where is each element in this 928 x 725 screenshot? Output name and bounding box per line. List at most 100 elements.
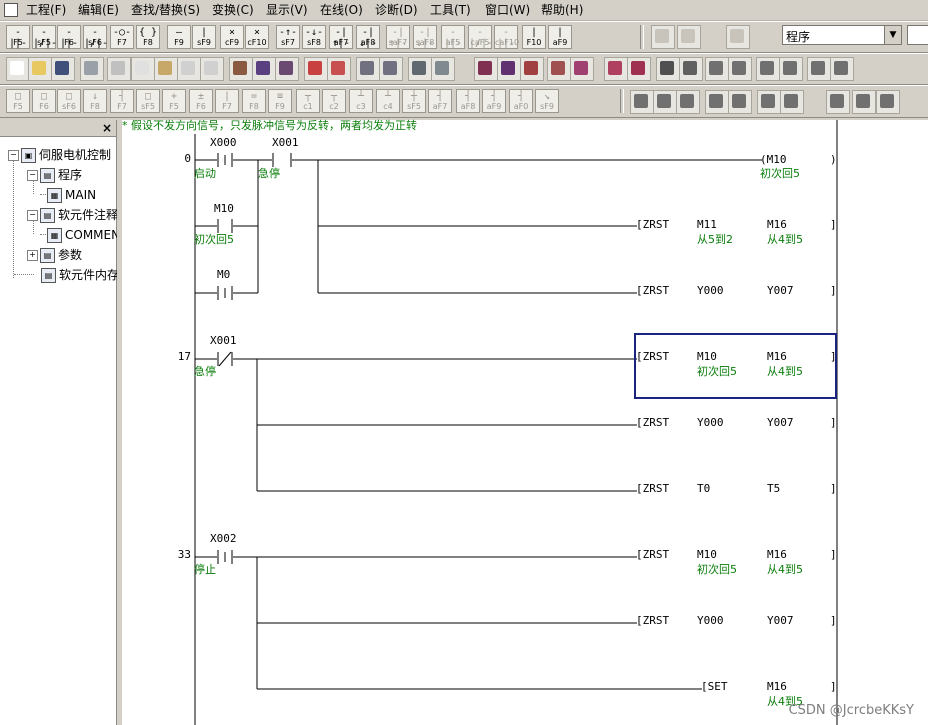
toolbar-button-f9[interactable]: — F9 — [167, 25, 191, 49]
write-button[interactable] — [728, 57, 752, 81]
toolbar-button-saf8[interactable]: -|↓|- saF8 — [413, 25, 437, 49]
toolbar-button-sf6[interactable]: -|/|- sF6 — [83, 25, 108, 49]
collapse-icon[interactable]: − — [27, 210, 38, 221]
contact-device[interactable]: M10 — [214, 203, 234, 215]
toolbar-button-f5-0[interactable]: □ F5 — [6, 89, 30, 113]
toolbar-button-sf5-15[interactable]: ┼ sF5 — [402, 89, 426, 113]
contact-device[interactable]: X001 — [210, 335, 237, 347]
tool-c-button[interactable] — [705, 90, 729, 114]
find-step-button[interactable] — [275, 57, 299, 81]
monitor-stop-button[interactable] — [830, 57, 854, 81]
contact-device[interactable]: X000 — [210, 137, 237, 149]
tool-a-button[interactable] — [653, 90, 677, 114]
menu-window[interactable]: 窗口(W) — [485, 3, 530, 17]
diagnose-button[interactable] — [679, 57, 703, 81]
toolbar-button-caf10[interactable]: -||- caF10 — [494, 25, 519, 49]
zoom-button[interactable] — [630, 90, 654, 114]
menu-help[interactable]: 帮助(H) — [541, 3, 583, 17]
comment-button[interactable] — [570, 57, 594, 81]
toolbar-button-f9-10[interactable]: ≡ F9 — [268, 89, 292, 113]
expand-icon[interactable]: + — [27, 250, 38, 261]
tree-item-device-memory[interactable]: ▤ 软元件内存 — [41, 268, 119, 283]
toolbar-button-c4-14[interactable]: ┴ c4 — [376, 89, 400, 113]
tree-item-program[interactable]: − ▤ 程序 — [27, 168, 82, 183]
save-button[interactable] — [51, 57, 75, 81]
read-plc-button[interactable] — [756, 57, 780, 81]
menu-find-replace[interactable]: 查找/替换(S) — [131, 3, 200, 17]
contact-device[interactable]: M0 — [217, 269, 230, 281]
toolbar-button-af5[interactable]: -||- aF5 — [441, 25, 465, 49]
list-button[interactable] — [677, 25, 701, 49]
toolbar-button-sf9[interactable]: | sF9 — [192, 25, 216, 49]
toolbar-button-cf9[interactable]: × cF9 — [220, 25, 244, 49]
filter-button[interactable] — [651, 25, 675, 49]
toolbar-button-af9-18[interactable]: ┤ aF9 — [482, 89, 506, 113]
monitor-button[interactable] — [408, 57, 432, 81]
toolbar-button-c3-13[interactable]: ┴ c3 — [349, 89, 373, 113]
verify-button[interactable] — [779, 57, 803, 81]
replace-button[interactable] — [304, 57, 328, 81]
find-device-button[interactable] — [229, 57, 253, 81]
zoom-in-button[interactable] — [356, 57, 380, 81]
online-button[interactable] — [705, 57, 729, 81]
menu-project[interactable]: 工程(F) — [26, 3, 66, 17]
tree-item-comment[interactable]: ▦ COMMENT — [47, 228, 127, 243]
toolbar-button-f7-4[interactable]: ┤ F7 — [110, 89, 134, 113]
coil-device[interactable]: (M10 — [760, 154, 787, 166]
toolbar-button-sf8[interactable]: -↓- sF8 — [302, 25, 326, 49]
toolbar-button-saf7[interactable]: -|↑|- saF7 — [386, 25, 410, 49]
cut-button[interactable] — [107, 57, 131, 81]
read-button[interactable] — [431, 57, 455, 81]
tree-item-main[interactable]: ▦ MAIN — [47, 188, 96, 203]
tool-f-button[interactable] — [780, 90, 804, 114]
print-button[interactable] — [80, 57, 104, 81]
toolbar-button-cf10[interactable]: × cF10 — [245, 25, 269, 49]
copy-button[interactable] — [131, 57, 155, 81]
toolbar-button-f5[interactable]: -||- F5 — [6, 25, 30, 49]
toolbar-button-c1-11[interactable]: ┬ c1 — [296, 89, 320, 113]
tree-item-device-comment[interactable]: − ▤ 软元件注释 — [27, 208, 118, 223]
list-view-button[interactable] — [497, 57, 521, 81]
toolbar-button-af8[interactable]: -|↓|- aF8 — [356, 25, 380, 49]
menu-tools[interactable]: 工具(T) — [430, 3, 471, 17]
undo-button[interactable] — [177, 57, 201, 81]
toolbar-button-f8-9[interactable]: = F8 — [242, 89, 266, 113]
collapse-icon[interactable]: − — [8, 150, 19, 161]
monitor-start-button[interactable] — [807, 57, 831, 81]
replace-device-button[interactable] — [327, 57, 351, 81]
redo-button[interactable] — [200, 57, 224, 81]
menu-convert[interactable]: 变换(C) — [212, 3, 254, 17]
app-system-icon[interactable] — [4, 3, 18, 17]
statement-button[interactable] — [604, 57, 628, 81]
toolbar-button-f7-8[interactable]: | F7 — [215, 89, 239, 113]
toolbar-button-af7-16[interactable]: ┤ aF7 — [428, 89, 452, 113]
ladder-editor[interactable]: * 假设不发方向信号，只发脉冲信号为反转，两者均发为正转 0 17 33 X00… — [122, 120, 928, 725]
paste-button[interactable] — [154, 57, 178, 81]
open-button[interactable] — [28, 57, 52, 81]
toolbar-button-c2-12[interactable]: ┬ c2 — [322, 89, 346, 113]
zoom-out-button[interactable] — [379, 57, 403, 81]
tool-e-button[interactable] — [757, 90, 781, 114]
binoculars-button[interactable] — [826, 90, 850, 114]
toolbar-button-f7[interactable]: -○- F7 — [110, 25, 134, 49]
contact-device[interactable]: X002 — [210, 533, 237, 545]
menu-view[interactable]: 显示(V) — [266, 3, 308, 17]
grid-button[interactable] — [656, 57, 680, 81]
toolbar-button-sf5[interactable]: -|/|- sF5 — [32, 25, 57, 49]
new-button[interactable] — [6, 57, 30, 81]
note-button[interactable] — [627, 57, 651, 81]
tool-b-button[interactable] — [676, 90, 700, 114]
toolbar-button-f8[interactable]: { } F8 — [136, 25, 160, 49]
close-icon[interactable]: × — [102, 121, 112, 135]
toolbar-button-af0-19[interactable]: ┤ aF0 — [509, 89, 533, 113]
tool-d-button[interactable] — [728, 90, 752, 114]
menu-edit[interactable]: 编辑(E) — [78, 3, 119, 17]
contact-device[interactable]: X001 — [272, 137, 299, 149]
toolbar-button-sf5-5[interactable]: □ sF5 — [136, 89, 160, 113]
ladder-view-button[interactable] — [474, 57, 498, 81]
toolbar-button-caf5[interactable]: -|/|- caF5 — [468, 25, 493, 49]
toolbar-button-af8-17[interactable]: ┤ aF8 — [456, 89, 480, 113]
secondary-select[interactable] — [907, 25, 928, 45]
toolbar-button-f6-7[interactable]: ± F6 — [189, 89, 213, 113]
menu-online[interactable]: 在线(O) — [320, 3, 363, 17]
